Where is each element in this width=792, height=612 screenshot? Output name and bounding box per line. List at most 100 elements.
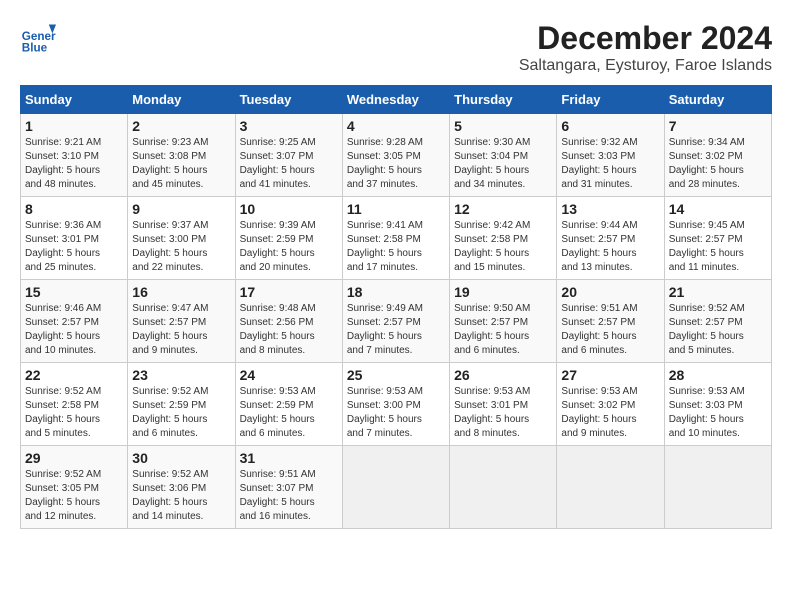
calendar-week-1: 1 Sunrise: 9:21 AM Sunset: 3:10 PM Daylig…	[21, 114, 772, 197]
day-number: 27	[561, 367, 659, 383]
day-info: Sunrise: 9:52 AM Sunset: 2:58 PM Dayligh…	[25, 385, 123, 441]
calendar-cell: 31Sunrise: 9:51 AM Sunset: 3:07 PM Dayli…	[235, 446, 342, 529]
day-info: Sunrise: 9:44 AM Sunset: 2:57 PM Dayligh…	[561, 219, 659, 275]
calendar-week-2: 8Sunrise: 9:36 AM Sunset: 3:01 PM Daylig…	[21, 197, 772, 280]
day-info: Sunrise: 9:41 AM Sunset: 2:58 PM Dayligh…	[347, 219, 445, 275]
day-info: Sunrise: 9:37 AM Sunset: 3:00 PM Dayligh…	[132, 219, 230, 275]
day-info: Sunrise: 9:39 AM Sunset: 2:59 PM Dayligh…	[240, 219, 338, 275]
calendar-cell: 9Sunrise: 9:37 AM Sunset: 3:00 PM Daylig…	[128, 197, 235, 280]
day-info: Sunrise: 9:50 AM Sunset: 2:57 PM Dayligh…	[454, 302, 552, 358]
calendar-cell	[342, 446, 449, 529]
calendar-cell: 26 Sunrise: 9:53 AM Sunset: 3:01 PM Dayli…	[450, 363, 557, 446]
day-info: Sunrise: 9:46 AM Sunset: 2:57 PM Dayligh…	[25, 302, 123, 358]
day-number: 16	[132, 284, 230, 300]
weekday-header-friday: Friday	[557, 86, 664, 114]
calendar-week-4: 22 Sunrise: 9:52 AM Sunset: 2:58 PM Dayli…	[21, 363, 772, 446]
day-number: 12	[454, 201, 552, 217]
day-number: 5	[454, 118, 552, 134]
calendar-cell: 16 Sunrise: 9:47 AM Sunset: 2:57 PM Dayli…	[128, 280, 235, 363]
day-info: Sunrise: 9:52 AM Sunset: 3:05 PM Dayligh…	[25, 468, 123, 524]
weekday-header-thursday: Thursday	[450, 86, 557, 114]
calendar-cell: 6 Sunrise: 9:32 AM Sunset: 3:03 PM Daylig…	[557, 114, 664, 197]
day-number: 4	[347, 118, 445, 134]
calendar-week-3: 15 Sunrise: 9:46 AM Sunset: 2:57 PM Dayli…	[21, 280, 772, 363]
day-info: Sunrise: 9:53 AM Sunset: 3:01 PM Dayligh…	[454, 385, 552, 441]
day-number: 18	[347, 284, 445, 300]
calendar-cell: 27 Sunrise: 9:53 AM Sunset: 3:02 PM Dayli…	[557, 363, 664, 446]
day-number: 2	[132, 118, 230, 134]
day-number: 1	[25, 118, 123, 134]
calendar-cell: 29 Sunrise: 9:52 AM Sunset: 3:05 PM Dayli…	[21, 446, 128, 529]
calendar-cell: 15 Sunrise: 9:46 AM Sunset: 2:57 PM Dayli…	[21, 280, 128, 363]
day-info: Sunrise: 9:53 AM Sunset: 3:02 PM Dayligh…	[561, 385, 659, 441]
day-number: 25	[347, 367, 445, 383]
day-info: Sunrise: 9:53 AM Sunset: 3:03 PM Dayligh…	[669, 385, 767, 441]
calendar-cell: 22 Sunrise: 9:52 AM Sunset: 2:58 PM Dayli…	[21, 363, 128, 446]
calendar-cell: 19 Sunrise: 9:50 AM Sunset: 2:57 PM Dayli…	[450, 280, 557, 363]
calendar-cell: 8Sunrise: 9:36 AM Sunset: 3:01 PM Daylig…	[21, 197, 128, 280]
calendar-cell: 11 Sunrise: 9:41 AM Sunset: 2:58 PM Dayli…	[342, 197, 449, 280]
day-info: Sunrise: 9:45 AM Sunset: 2:57 PM Dayligh…	[669, 219, 767, 275]
day-number: 19	[454, 284, 552, 300]
day-info: Sunrise: 9:48 AM Sunset: 2:56 PM Dayligh…	[240, 302, 338, 358]
calendar-body: 1 Sunrise: 9:21 AM Sunset: 3:10 PM Daylig…	[21, 114, 772, 529]
calendar-cell: 14Sunrise: 9:45 AM Sunset: 2:57 PM Dayli…	[664, 197, 771, 280]
calendar-cell: 3 Sunrise: 9:25 AM Sunset: 3:07 PM Daylig…	[235, 114, 342, 197]
weekday-header-row: SundayMondayTuesdayWednesdayThursdayFrid…	[21, 86, 772, 114]
day-number: 28	[669, 367, 767, 383]
day-info: Sunrise: 9:49 AM Sunset: 2:57 PM Dayligh…	[347, 302, 445, 358]
day-number: 29	[25, 450, 123, 466]
day-info: Sunrise: 9:52 AM Sunset: 3:06 PM Dayligh…	[132, 468, 230, 524]
day-info: Sunrise: 9:30 AM Sunset: 3:04 PM Dayligh…	[454, 136, 552, 192]
calendar-cell: 17Sunrise: 9:48 AM Sunset: 2:56 PM Dayli…	[235, 280, 342, 363]
day-info: Sunrise: 9:23 AM Sunset: 3:08 PM Dayligh…	[132, 136, 230, 192]
day-number: 22	[25, 367, 123, 383]
day-number: 13	[561, 201, 659, 217]
calendar-cell	[450, 446, 557, 529]
day-info: Sunrise: 9:34 AM Sunset: 3:02 PM Dayligh…	[669, 136, 767, 192]
calendar-week-5: 29 Sunrise: 9:52 AM Sunset: 3:05 PM Dayli…	[21, 446, 772, 529]
title-section: December 2024 Saltangara, Eysturoy, Faro…	[519, 20, 772, 75]
day-info: Sunrise: 9:42 AM Sunset: 2:58 PM Dayligh…	[454, 219, 552, 275]
calendar-cell: 2 Sunrise: 9:23 AM Sunset: 3:08 PM Daylig…	[128, 114, 235, 197]
calendar-header: SundayMondayTuesdayWednesdayThursdayFrid…	[21, 86, 772, 114]
day-number: 24	[240, 367, 338, 383]
calendar-cell: 4 Sunrise: 9:28 AM Sunset: 3:05 PM Daylig…	[342, 114, 449, 197]
calendar-table: SundayMondayTuesdayWednesdayThursdayFrid…	[20, 85, 772, 529]
svg-text:Blue: Blue	[22, 42, 48, 55]
calendar-cell: 18 Sunrise: 9:49 AM Sunset: 2:57 PM Dayli…	[342, 280, 449, 363]
day-number: 6	[561, 118, 659, 134]
calendar-cell	[664, 446, 771, 529]
calendar-cell: 1 Sunrise: 9:21 AM Sunset: 3:10 PM Daylig…	[21, 114, 128, 197]
day-info: Sunrise: 9:53 AM Sunset: 2:59 PM Dayligh…	[240, 385, 338, 441]
day-info: Sunrise: 9:53 AM Sunset: 3:00 PM Dayligh…	[347, 385, 445, 441]
calendar-cell: 24 Sunrise: 9:53 AM Sunset: 2:59 PM Dayli…	[235, 363, 342, 446]
day-number: 3	[240, 118, 338, 134]
day-info: Sunrise: 9:21 AM Sunset: 3:10 PM Dayligh…	[25, 136, 123, 192]
day-info: Sunrise: 9:25 AM Sunset: 3:07 PM Dayligh…	[240, 136, 338, 192]
calendar-cell: 30 Sunrise: 9:52 AM Sunset: 3:06 PM Dayli…	[128, 446, 235, 529]
calendar-cell: 12 Sunrise: 9:42 AM Sunset: 2:58 PM Dayli…	[450, 197, 557, 280]
day-info: Sunrise: 9:47 AM Sunset: 2:57 PM Dayligh…	[132, 302, 230, 358]
subtitle: Saltangara, Eysturoy, Faroe Islands	[519, 57, 772, 75]
day-info: Sunrise: 9:32 AM Sunset: 3:03 PM Dayligh…	[561, 136, 659, 192]
weekday-header-wednesday: Wednesday	[342, 86, 449, 114]
day-info: Sunrise: 9:52 AM Sunset: 2:57 PM Dayligh…	[669, 302, 767, 358]
page-header: General Blue December 2024 Saltangara, E…	[20, 20, 772, 75]
day-number: 10	[240, 201, 338, 217]
calendar-cell: 23Sunrise: 9:52 AM Sunset: 2:59 PM Dayli…	[128, 363, 235, 446]
day-number: 26	[454, 367, 552, 383]
day-number: 15	[25, 284, 123, 300]
day-info: Sunrise: 9:28 AM Sunset: 3:05 PM Dayligh…	[347, 136, 445, 192]
day-info: Sunrise: 9:51 AM Sunset: 2:57 PM Dayligh…	[561, 302, 659, 358]
calendar-cell: 5 Sunrise: 9:30 AM Sunset: 3:04 PM Daylig…	[450, 114, 557, 197]
calendar-cell: 20Sunrise: 9:51 AM Sunset: 2:57 PM Dayli…	[557, 280, 664, 363]
day-number: 30	[132, 450, 230, 466]
calendar-cell: 7 Sunrise: 9:34 AM Sunset: 3:02 PM Daylig…	[664, 114, 771, 197]
logo: General Blue	[20, 20, 56, 56]
day-number: 11	[347, 201, 445, 217]
weekday-header-monday: Monday	[128, 86, 235, 114]
day-number: 7	[669, 118, 767, 134]
day-number: 31	[240, 450, 338, 466]
day-number: 8	[25, 201, 123, 217]
